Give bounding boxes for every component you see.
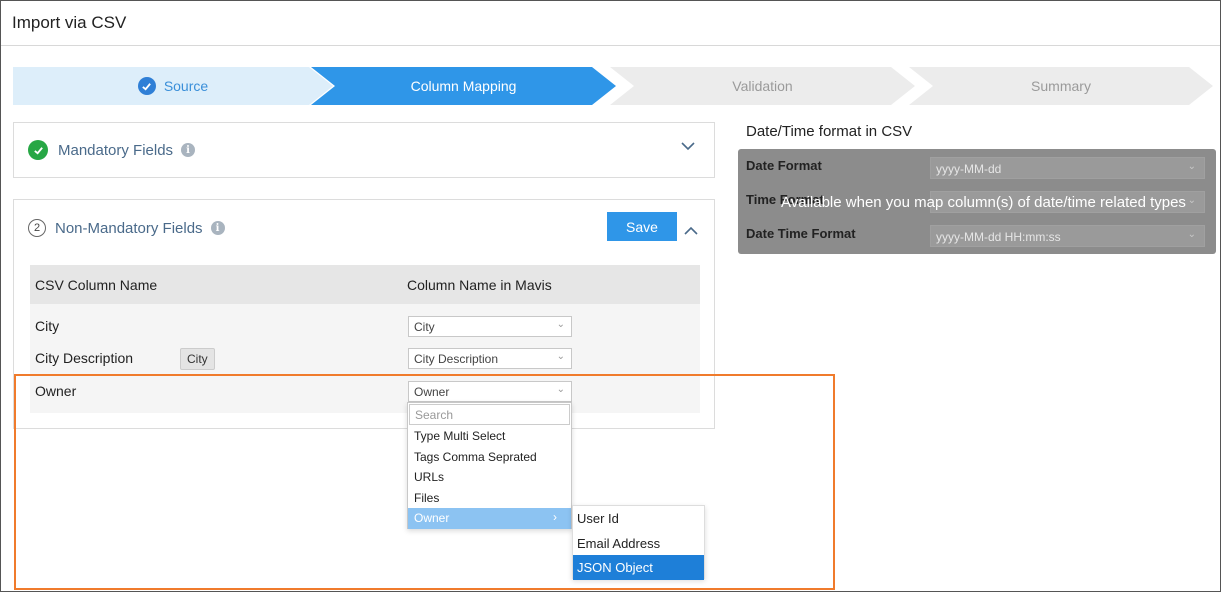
step-summary[interactable]: Summary: [909, 67, 1213, 105]
date-time-format-select[interactable]: yyyy-MM-dd HH:mm:ss ⌄: [930, 225, 1205, 247]
save-button[interactable]: Save: [607, 212, 677, 241]
date-format-label: Date Format: [746, 158, 822, 173]
panel-title: Non-Mandatory Fields: [55, 219, 203, 237]
wizard-stepper: Source Column Mapping Validation Summary: [13, 67, 1213, 105]
datetime-section-title: Date/Time format in CSV: [746, 123, 913, 140]
step-label: Summary: [1031, 78, 1091, 94]
dropdown-option[interactable]: Files: [408, 488, 571, 509]
check-circle-icon: [28, 140, 48, 160]
chevron-down-icon: ⌄: [1187, 161, 1196, 172]
submenu-option[interactable]: Email Address: [573, 531, 704, 556]
chevron-down-icon: ⌄: [1187, 229, 1196, 240]
panel-title: Mandatory Fields: [58, 141, 174, 159]
date-time-format-label: Date Time Format: [746, 226, 856, 241]
mapping-select-city[interactable]: City ⌄: [408, 316, 572, 337]
page-title: Import via CSV: [1, 1, 1220, 46]
step-label: Column Mapping: [410, 78, 517, 94]
step-label: Source: [163, 78, 209, 94]
step-source[interactable]: Source: [13, 67, 333, 105]
table-header: CSV Column Name Column Name in Mavis: [30, 265, 700, 304]
owner-dropdown-menu: Search Type Multi Select Tags Comma Sepr…: [407, 402, 572, 529]
chevron-up-icon[interactable]: [684, 222, 698, 238]
tooltip: City: [180, 348, 215, 370]
dropdown-option[interactable]: Tags Comma Seprated: [408, 447, 571, 468]
dropdown-option-owner[interactable]: Owner ›: [408, 508, 571, 529]
chevron-right-icon: ›: [553, 510, 557, 524]
datetime-disabled-overlay-text: Available when you map column(s) of date…: [781, 194, 1186, 211]
chevron-down-icon: ⌄: [556, 351, 565, 362]
select-value: yyyy-MM-dd: [936, 162, 1002, 176]
mapping-select-city-description[interactable]: City Description ⌄: [408, 348, 572, 369]
date-format-select[interactable]: yyyy-MM-dd ⌄: [930, 157, 1205, 179]
csv-column-city: City: [35, 318, 60, 334]
mandatory-fields-header: Mandatory Fields i: [28, 140, 196, 160]
submenu-option-selected[interactable]: JSON Object: [573, 555, 704, 580]
check-icon: [137, 77, 156, 95]
chevron-down-icon: ⌄: [1187, 195, 1196, 206]
owner-submenu: User Id Email Address JSON Object: [572, 505, 705, 580]
header-csv-column: CSV Column Name: [35, 276, 158, 293]
step-validation[interactable]: Validation: [610, 67, 915, 105]
dropdown-option[interactable]: Type Multi Select: [408, 426, 571, 447]
chevron-down-icon: ⌄: [556, 319, 565, 330]
select-value: City Description: [414, 352, 499, 366]
header-mavis-column: Column Name in Mavis: [407, 276, 552, 293]
info-icon[interactable]: i: [181, 143, 196, 157]
submenu-option[interactable]: User Id: [573, 506, 704, 531]
step-column-mapping[interactable]: Column Mapping: [311, 67, 616, 105]
chevron-down-icon[interactable]: [681, 138, 695, 154]
step-number-badge: 2: [28, 219, 46, 237]
mandatory-fields-panel[interactable]: Mandatory Fields i: [13, 122, 715, 178]
dropdown-search-input[interactable]: Search: [409, 404, 570, 425]
non-mandatory-fields-header: 2 Non-Mandatory Fields i: [28, 219, 225, 237]
info-icon[interactable]: i: [210, 221, 225, 235]
select-value: yyyy-MM-dd HH:mm:ss: [936, 230, 1061, 244]
select-value: City: [414, 320, 435, 334]
csv-column-city-description: City Description: [35, 350, 134, 366]
option-label: Owner: [414, 511, 450, 525]
step-label: Validation: [732, 78, 793, 94]
dropdown-option[interactable]: URLs: [408, 467, 571, 488]
